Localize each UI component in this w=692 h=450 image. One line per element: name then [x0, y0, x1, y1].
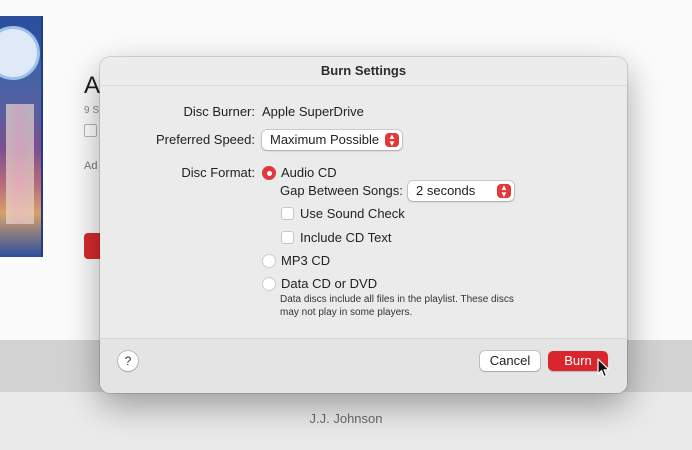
- use-sound-check-label[interactable]: Use Sound Check: [300, 206, 405, 221]
- album-art-detail: [6, 104, 34, 224]
- album-title-fragment: A: [84, 72, 101, 99]
- audio-cd-label[interactable]: Audio CD: [281, 165, 337, 180]
- disc-burner-value: Apple SuperDrive: [262, 104, 364, 119]
- disc-format-label: Disc Format:: [181, 165, 255, 180]
- include-cd-text-checkbox[interactable]: [281, 231, 294, 244]
- preferred-speed-popup[interactable]: Maximum Possible ▲ ▼: [262, 130, 402, 150]
- dialog-footer: ? Cancel Burn: [100, 339, 627, 393]
- album-artwork[interactable]: [0, 16, 43, 257]
- dialog-title: Burn Settings: [320, 63, 407, 78]
- data-disc-note: Data discs include all files in the play…: [280, 294, 514, 318]
- help-button[interactable]: ?: [118, 351, 138, 371]
- arrow-cursor-icon: [597, 358, 610, 378]
- disc-burner-label: Disc Burner:: [183, 104, 255, 119]
- up-down-chevron-icon: ▲ ▼: [385, 133, 399, 148]
- album-meta-fragment: 9 S: [84, 105, 100, 116]
- artist-name: J.J. Johnson: [309, 411, 383, 426]
- album-add-fragment: Ad: [84, 160, 98, 172]
- cancel-button[interactable]: Cancel: [480, 351, 540, 371]
- album-checkbox[interactable]: [84, 124, 97, 137]
- include-cd-text-label[interactable]: Include CD Text: [300, 230, 392, 245]
- data-cd-dvd-radio[interactable]: [262, 277, 276, 291]
- gap-between-songs-label: Gap Between Songs:: [280, 183, 403, 198]
- preferred-speed-value: Maximum Possible: [270, 132, 380, 147]
- use-sound-check-checkbox[interactable]: [281, 207, 294, 220]
- play-button-fragment[interactable]: [84, 233, 100, 259]
- mp3-cd-label[interactable]: MP3 CD: [281, 253, 330, 268]
- burn-settings-dialog: Burn Settings Disc Burner: Apple SuperDr…: [100, 57, 627, 393]
- gap-between-songs-popup[interactable]: 2 seconds ▲ ▼: [408, 181, 514, 201]
- data-cd-dvd-label[interactable]: Data CD or DVD: [281, 276, 377, 291]
- up-down-chevron-icon: ▲ ▼: [497, 184, 511, 199]
- album-seal-graphic: [0, 26, 40, 80]
- preferred-speed-label: Preferred Speed:: [155, 132, 255, 147]
- mp3-cd-radio[interactable]: [262, 254, 276, 268]
- dialog-content: Disc Burner: Apple SuperDrive Preferred …: [100, 85, 627, 339]
- audio-cd-radio[interactable]: [262, 166, 276, 180]
- gap-between-songs-value: 2 seconds: [416, 183, 476, 198]
